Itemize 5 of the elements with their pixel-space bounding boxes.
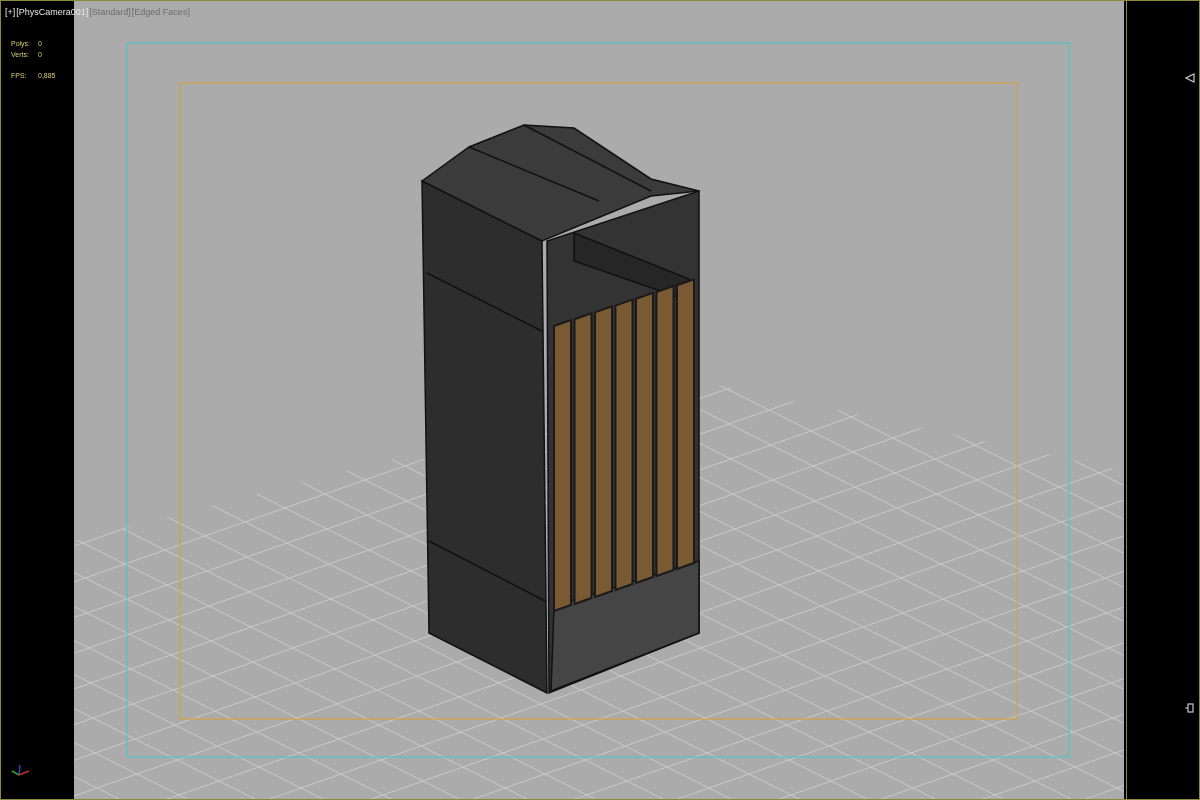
arrow-left-icon[interactable] — [1185, 73, 1195, 83]
axis-tripod-icon — [11, 763, 31, 779]
viewport-label[interactable]: [Edged Faces] — [131, 6, 190, 20]
viewport-label[interactable]: [+] — [5, 6, 16, 20]
bracket-icon[interactable] — [1185, 703, 1195, 713]
